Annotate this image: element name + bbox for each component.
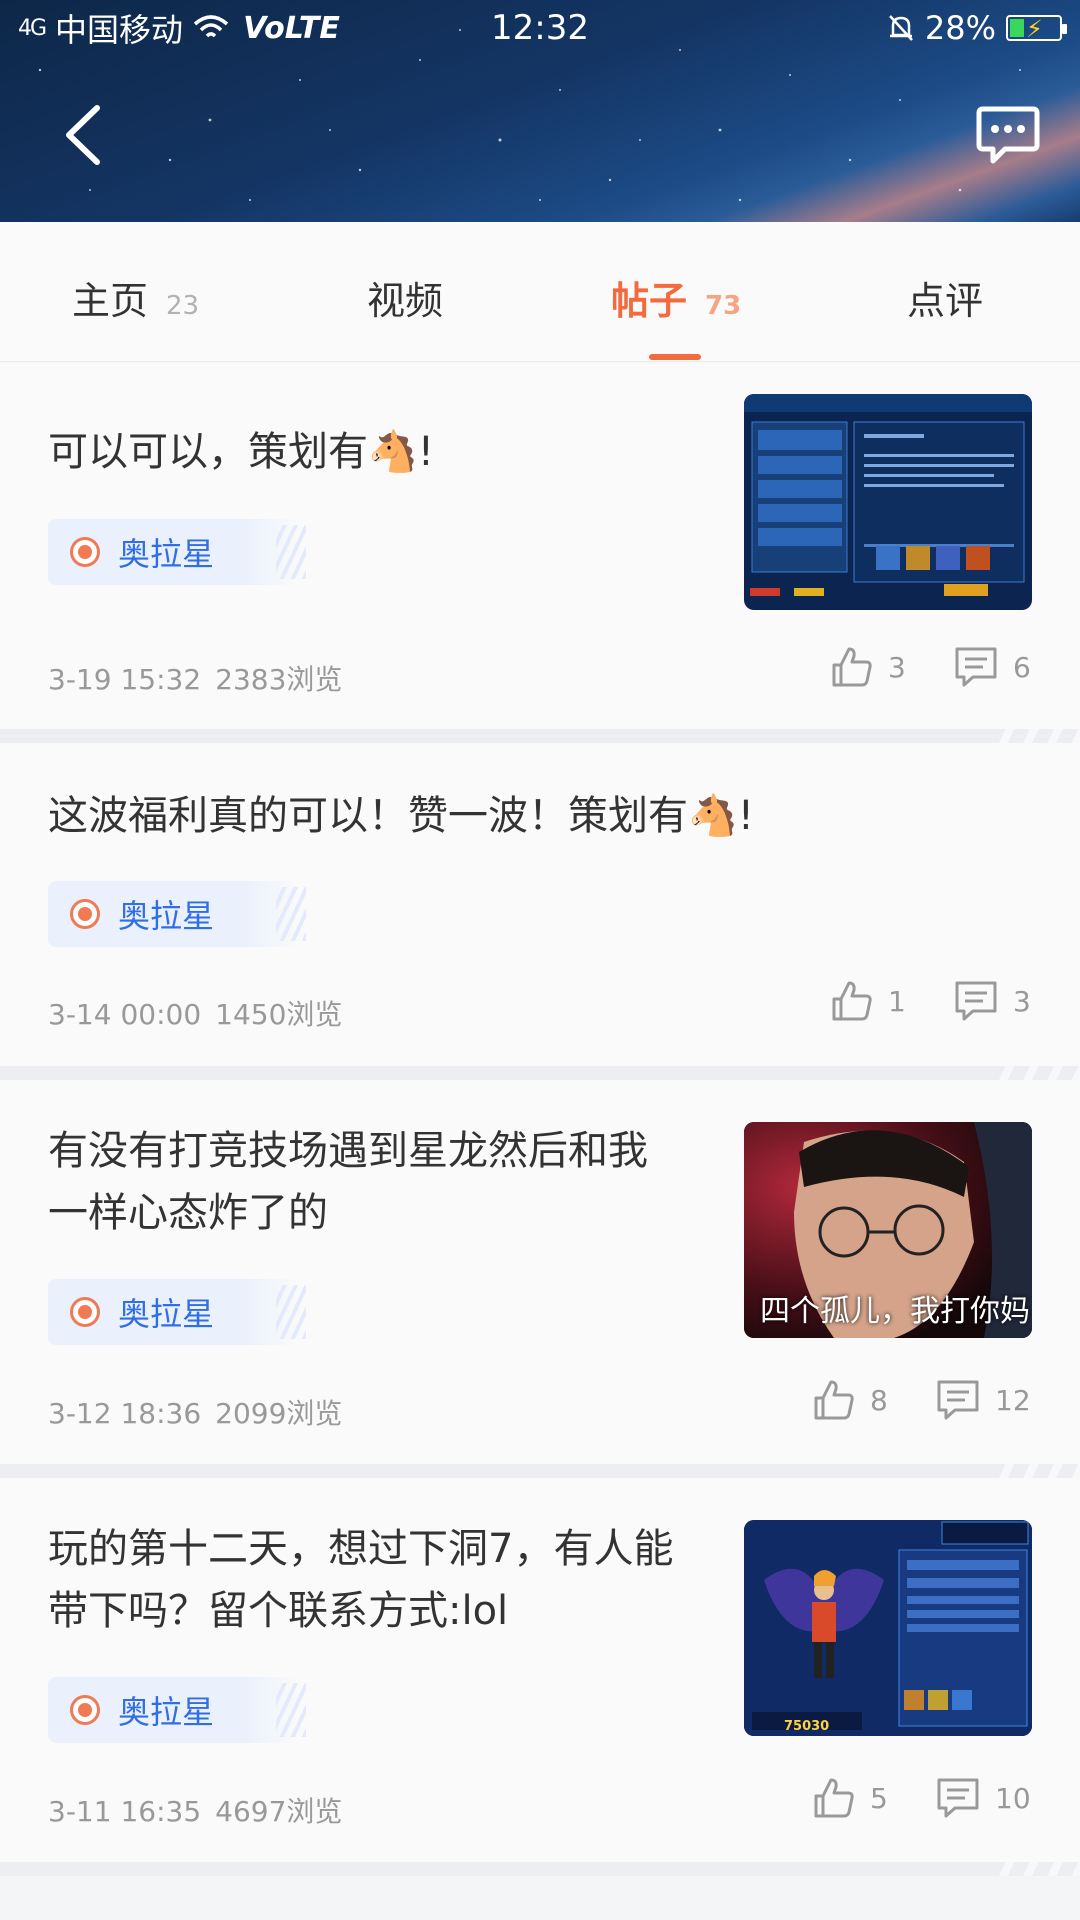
post-title-line: 玩的第十二天，想过下洞7，有人能 (48, 1526, 674, 1572)
game-tag[interactable]: 奥拉星 (48, 1677, 306, 1743)
post-title: 这波福利真的可以！赞一波！策划有🐴! (48, 785, 754, 847)
like-count: 5 (870, 1781, 888, 1815)
status-time: 12:32 (491, 8, 589, 48)
tag-circle-icon (70, 1297, 100, 1327)
post-thumbnail[interactable]: 75030 (744, 1520, 1032, 1736)
comment-button[interactable]: 12 (935, 1378, 1031, 1422)
like-button[interactable]: 1 (830, 979, 906, 1023)
post-title-suffix: ! (417, 429, 434, 475)
comment-icon (955, 647, 997, 687)
power-value: 75030 (784, 1719, 830, 1734)
thumbs-up-icon (832, 647, 872, 687)
active-tab-indicator (649, 354, 701, 360)
battery-icon: ⚡ (1006, 15, 1067, 43)
tab-label: 帖子 (611, 279, 688, 323)
post-item[interactable]: 玩的第十二天，想过下洞7，有人能 带下吗？留个联系方式:lol 奥拉星 3-11… (0, 1478, 1080, 1862)
comment-count: 10 (995, 1781, 1031, 1815)
comment-button[interactable]: 10 (935, 1776, 1031, 1820)
thumbs-up-icon (814, 1380, 854, 1420)
tag-label: 奥拉星 (118, 535, 215, 573)
post-title-text: 这波福利真的可以！赞一波！策划有 (48, 793, 688, 839)
tag-circle-icon (70, 899, 100, 929)
tag-label: 奥拉星 (118, 1693, 215, 1731)
post-views: 2383浏览 (215, 663, 343, 696)
tag-circle-icon (70, 1695, 100, 1725)
tag-label: 奥拉星 (118, 1295, 215, 1333)
post-date: 3-19 15:32 (48, 663, 202, 696)
post-item[interactable]: 可以可以，策划有🐴! 奥拉星 3-19 15:32 2383浏览 3 6 (0, 363, 1080, 729)
back-button[interactable] (55, 100, 115, 170)
post-item[interactable]: 有没有打竞技场遇到星龙然后和我 一样心态炸了的 奥拉星 3-12 18:36 20… (0, 1080, 1080, 1464)
tab-reviews[interactable]: 点评 (907, 270, 983, 325)
post-title: 有没有打竞技场遇到星龙然后和我 一样心态炸了的 (48, 1120, 648, 1244)
tab-bar: 主页 23 视频 帖子 73 点评 (0, 222, 1080, 362)
horse-emoji-icon: 🐴 (368, 429, 418, 475)
game-tag[interactable]: 奥拉星 (48, 1279, 306, 1345)
like-count: 8 (870, 1383, 888, 1417)
post-title: 可以可以，策划有🐴! (48, 421, 434, 483)
post-title-line: 有没有打竞技场遇到星龙然后和我 (48, 1128, 648, 1174)
tab-count: 23 (166, 291, 200, 321)
like-button[interactable]: 3 (830, 645, 906, 689)
status-bar: 4G 中国移动 VoLTE 12:32 28% ⚡ (0, 0, 1080, 56)
comment-button[interactable]: 6 (953, 645, 1031, 689)
post-meta: 3-19 15:32 2383浏览 (48, 658, 342, 698)
thumbs-up-icon (814, 1778, 854, 1818)
tag-circle-icon (70, 537, 100, 567)
post-title-line: 一样心态炸了的 (48, 1190, 328, 1236)
header-banner: 4G 中国移动 VoLTE 12:32 28% ⚡ (0, 0, 1080, 222)
tab-label: 视频 (367, 279, 444, 323)
post-divider (0, 1066, 1080, 1080)
post-date: 3-14 00:00 (48, 998, 202, 1031)
comment-icon (955, 981, 997, 1021)
tab-video[interactable]: 视频 (367, 270, 443, 325)
tag-stripes (276, 525, 306, 579)
like-button[interactable]: 8 (812, 1378, 888, 1422)
comment-count: 12 (995, 1383, 1031, 1417)
like-button[interactable]: 5 (812, 1776, 888, 1820)
tag-stripes (276, 1285, 306, 1339)
message-button[interactable] (975, 105, 1041, 167)
post-meta: 3-14 00:00 1450浏览 (48, 993, 342, 1033)
post-views: 1450浏览 (215, 998, 343, 1031)
thumbs-up-icon (832, 981, 872, 1021)
post-title: 玩的第十二天，想过下洞7，有人能 带下吗？留个联系方式:lol (48, 1518, 673, 1642)
tab-count: 73 (705, 291, 742, 321)
post-thumbnail[interactable]: 四个孤儿，我打你妈 (744, 1122, 1032, 1338)
post-divider (0, 1464, 1080, 1478)
post-item[interactable]: 这波福利真的可以！赞一波！策划有🐴! 奥拉星 3-14 00:00 1450浏览 … (0, 743, 1080, 1066)
game-tag[interactable]: 奥拉星 (48, 881, 306, 947)
post-title-line: 带下吗？留个联系方式:lol (48, 1588, 509, 1634)
comment-count: 3 (1013, 984, 1031, 1018)
post-title-suffix: ! (737, 793, 754, 839)
comment-count: 6 (1013, 650, 1031, 684)
tab-label: 主页 (72, 279, 149, 323)
post-views: 2099浏览 (215, 1397, 343, 1430)
post-divider (0, 1862, 1080, 1876)
tag-stripes (276, 887, 306, 941)
tag-label: 奥拉星 (118, 897, 215, 935)
tab-home[interactable]: 主页 23 (72, 270, 199, 325)
comment-icon (937, 1380, 979, 1420)
game-character-image (744, 1520, 1032, 1736)
post-views: 4697浏览 (215, 1795, 343, 1828)
tab-label: 点评 (907, 279, 984, 323)
tab-posts[interactable]: 帖子 73 (611, 270, 741, 325)
post-meta: 3-12 18:36 2099浏览 (48, 1392, 342, 1432)
post-thumbnail[interactable] (744, 394, 1032, 610)
like-count: 1 (888, 984, 906, 1018)
game-tag[interactable]: 奥拉星 (48, 519, 306, 585)
post-title-text: 可以可以，策划有 (48, 429, 368, 475)
post-meta: 3-11 16:35 4697浏览 (48, 1790, 342, 1830)
tag-stripes (276, 1683, 306, 1737)
post-date: 3-12 18:36 (48, 1397, 202, 1430)
like-count: 3 (888, 650, 906, 684)
post-divider (0, 729, 1080, 743)
horse-emoji-icon: 🐴 (688, 793, 738, 839)
post-date: 3-11 16:35 (48, 1795, 202, 1828)
thumbnail-caption: 四个孤儿，我打你妈 (760, 1294, 1030, 1329)
comment-button[interactable]: 3 (953, 979, 1031, 1023)
comment-icon (937, 1778, 979, 1818)
